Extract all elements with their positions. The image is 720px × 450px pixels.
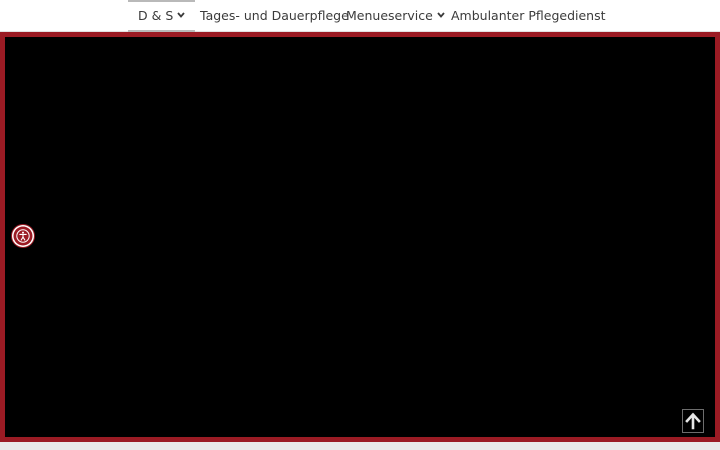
- arrow-up-icon: [685, 412, 701, 430]
- top-navigation: D & S Tages- und Dauerpflege Menueservic…: [0, 0, 720, 32]
- nav-item-d-und-s[interactable]: D & S: [128, 0, 196, 32]
- chevron-down-icon: [437, 12, 445, 18]
- accessibility-button[interactable]: [12, 225, 34, 247]
- chevron-down-icon: [177, 12, 185, 18]
- nav-item-label: Tages- und Dauerpflege: [200, 8, 349, 23]
- nav-item-tages-und-dauerpflege[interactable]: Tages- und Dauerpflege: [200, 0, 349, 32]
- scroll-to-top-button[interactable]: [682, 409, 704, 433]
- accessibility-icon: [16, 229, 30, 243]
- nav-item-label: D & S: [138, 8, 174, 23]
- nav-item-ambulanter-pflegedienst[interactable]: Ambulanter Pflegedienst: [451, 0, 606, 32]
- page-bottom-strip: [0, 442, 720, 450]
- nav-item-menueservice[interactable]: Menueservice: [346, 0, 445, 32]
- nav-item-label: Ambulanter Pflegedienst: [451, 8, 606, 23]
- nav-item-label: Menueservice: [346, 8, 433, 23]
- hero-media-area: [0, 32, 720, 442]
